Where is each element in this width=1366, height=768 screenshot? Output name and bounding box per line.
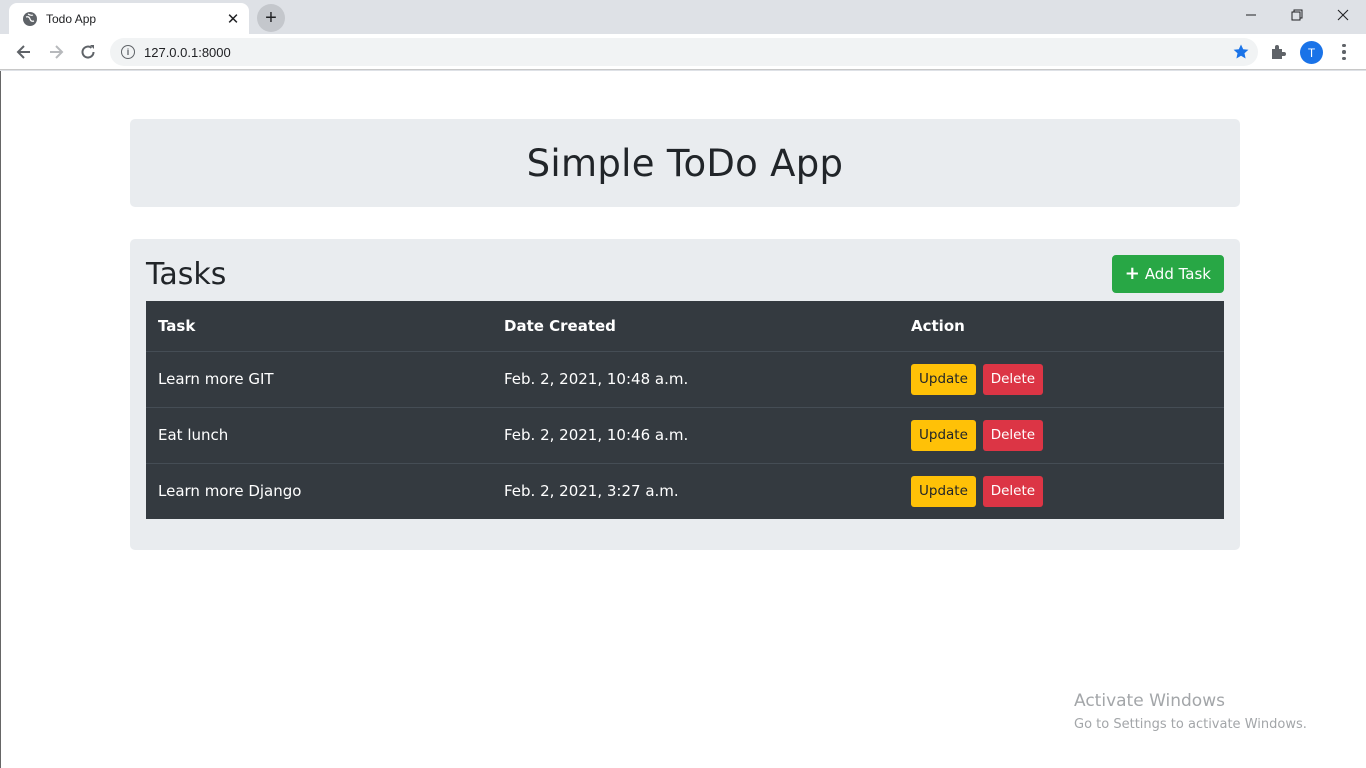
tasks-table: Task Date Created Action Learn more GIT … xyxy=(146,301,1224,519)
add-task-label: Add Task xyxy=(1144,265,1211,283)
add-task-button[interactable]: + Add Task xyxy=(1111,255,1224,293)
task-actions: Update Delete xyxy=(899,406,1224,463)
plus-icon: + xyxy=(1124,263,1140,284)
column-header-task: Task xyxy=(146,301,492,352)
close-window-icon[interactable] xyxy=(1320,0,1366,30)
new-tab-button[interactable]: + xyxy=(257,4,285,32)
browser-chrome: Todo App ✕ + i 127.0.0.1:8000 T xyxy=(0,0,1366,71)
task-date: Feb. 2, 2021, 3:27 a.m. xyxy=(492,462,899,519)
delete-button[interactable]: Delete xyxy=(982,419,1044,451)
tasks-panel: Tasks + Add Task Task Date Created Actio… xyxy=(130,239,1240,550)
close-tab-icon[interactable]: ✕ xyxy=(223,9,243,29)
globe-icon xyxy=(23,11,37,26)
bookmark-star-icon[interactable] xyxy=(1232,43,1250,61)
task-name: Learn more GIT xyxy=(146,350,492,407)
table-row: Eat lunch Feb. 2, 2021, 10:46 a.m. Updat… xyxy=(146,406,1224,463)
back-arrow-icon[interactable] xyxy=(10,38,38,66)
page-title: Simple ToDo App xyxy=(526,141,844,185)
update-button[interactable]: Update xyxy=(911,419,976,451)
activate-windows-watermark: Activate Windows Go to Settings to activ… xyxy=(1074,691,1307,732)
table-row: Learn more Django Feb. 2, 2021, 3:27 a.m… xyxy=(146,462,1224,519)
table-header-row: Task Date Created Action xyxy=(146,301,1224,352)
task-name: Eat lunch xyxy=(146,406,492,463)
profile-avatar[interactable]: T xyxy=(1300,41,1323,64)
tab-title: Todo App xyxy=(46,11,97,26)
update-button[interactable]: Update xyxy=(911,475,976,507)
address-bar[interactable]: i 127.0.0.1:8000 xyxy=(110,38,1258,66)
watermark-subtitle: Go to Settings to activate Windows. xyxy=(1074,717,1307,732)
browser-tab[interactable]: Todo App ✕ xyxy=(9,3,249,34)
browser-toolbar: i 127.0.0.1:8000 T xyxy=(0,34,1366,70)
restore-icon[interactable] xyxy=(1274,0,1320,30)
tasks-heading: Tasks xyxy=(146,257,227,292)
reload-icon[interactable] xyxy=(74,38,102,66)
forward-arrow-icon[interactable] xyxy=(42,38,70,66)
task-actions: Update Delete xyxy=(899,350,1224,407)
delete-button[interactable]: Delete xyxy=(982,363,1044,395)
url-text[interactable]: 127.0.0.1:8000 xyxy=(144,45,1258,60)
delete-button[interactable]: Delete xyxy=(982,475,1044,507)
column-header-action: Action xyxy=(899,301,1224,352)
table-row: Learn more GIT Feb. 2, 2021, 10:48 a.m. … xyxy=(146,350,1224,407)
page-header: Simple ToDo App xyxy=(130,119,1240,207)
watermark-title: Activate Windows xyxy=(1074,691,1225,711)
minimize-icon[interactable] xyxy=(1228,0,1274,30)
task-date: Feb. 2, 2021, 10:48 a.m. xyxy=(492,350,899,407)
extensions-puzzle-icon[interactable] xyxy=(1268,42,1288,62)
info-icon[interactable]: i xyxy=(121,45,135,59)
task-actions: Update Delete xyxy=(899,462,1224,519)
page-viewport: Simple ToDo App Tasks + Add Task Task Da… xyxy=(0,71,1366,768)
kebab-menu-icon[interactable] xyxy=(1336,42,1352,62)
task-name: Learn more Django xyxy=(146,462,492,519)
task-date: Feb. 2, 2021, 10:46 a.m. xyxy=(492,406,899,463)
update-button[interactable]: Update xyxy=(911,363,976,395)
column-header-date-created: Date Created xyxy=(492,301,899,352)
tab-strip: Todo App ✕ + xyxy=(0,0,1366,34)
